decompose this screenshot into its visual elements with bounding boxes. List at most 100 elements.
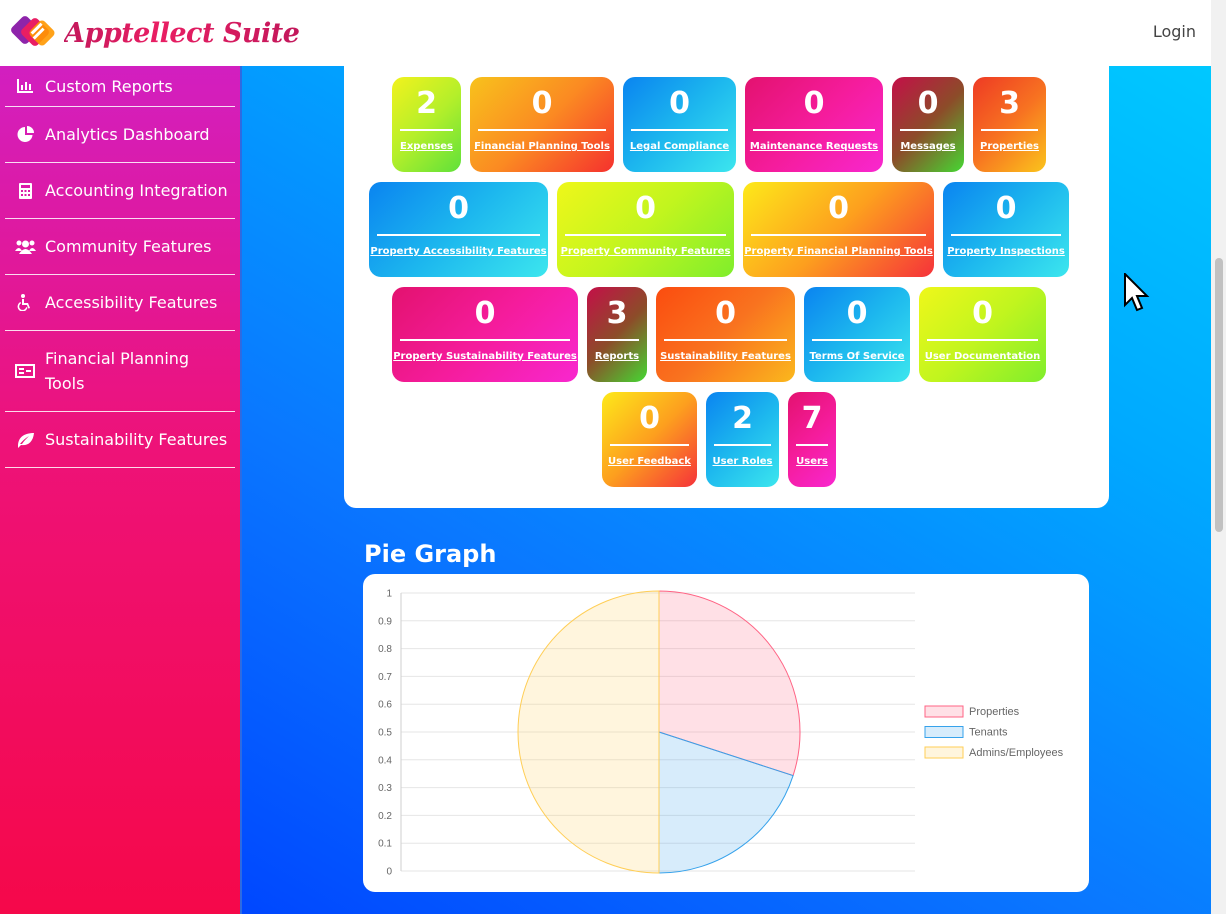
tile-properties[interactable]: 3 Properties — [973, 77, 1046, 172]
tile-link[interactable]: Maintenance Requests — [750, 141, 878, 152]
sidebar-item-accessibility-features[interactable]: Accessibility Features — [5, 275, 235, 331]
mouse-cursor-icon — [1124, 271, 1150, 319]
tile-count: 0 — [531, 86, 553, 121]
tile-link[interactable]: Users — [796, 456, 828, 467]
app-logo[interactable]: Apptellect Suite — [10, 13, 300, 53]
legend-swatch[interactable] — [924, 705, 964, 718]
tile-count: 0 — [474, 296, 496, 331]
tile-financial-planning-tools[interactable]: 0 Financial Planning Tools — [470, 77, 614, 172]
tile-row: 0 User Feedback 2 User Roles 7 Users — [602, 392, 836, 487]
tile-count: 0 — [846, 296, 868, 331]
y-tick-label: 0.9 — [378, 616, 392, 627]
sidebar-item-label: Sustainability Features — [45, 430, 228, 449]
tile-divider — [900, 129, 956, 131]
tile-link[interactable]: Terms Of Service — [810, 351, 905, 362]
tile-link[interactable]: Property Community Features — [561, 246, 731, 257]
tile-terms-of-service[interactable]: 0 Terms Of Service — [804, 287, 910, 382]
logo-mark-icon — [10, 13, 62, 53]
pie-slice-admins-employees[interactable] — [517, 590, 660, 874]
legend-swatch[interactable] — [924, 726, 964, 738]
tile-property-accessibility-features[interactable]: 0 Property Accessibility Features — [369, 182, 548, 277]
page-scrollbar[interactable] — [1211, 0, 1226, 914]
stats-panel: 2 Expenses 0 Financial Planning Tools 0 … — [344, 40, 1109, 508]
y-tick-label: 1 — [386, 589, 392, 600]
tile-divider — [400, 129, 453, 131]
tile-user-feedback[interactable]: 0 User Feedback — [602, 392, 697, 487]
tile-link[interactable]: User Feedback — [608, 456, 691, 467]
pie-chart: 0 0.1 0.2 0.3 0.4 0.5 0.6 0.7 0.8 0.9 1 Properties T… — [378, 589, 1064, 878]
y-tick-label: 0.4 — [378, 755, 392, 766]
tile-link[interactable]: Property Accessibility Features — [370, 246, 546, 257]
app-title: Apptellect Suite — [64, 17, 300, 49]
tile-link[interactable]: User Roles — [713, 456, 773, 467]
tile-link[interactable]: Sustainability Features — [660, 351, 791, 362]
tile-count: 0 — [448, 191, 469, 226]
tile-count: 2 — [732, 401, 753, 436]
tile-expenses[interactable]: 2 Expenses — [392, 77, 461, 172]
tile-divider — [565, 234, 726, 236]
tile-count: 0 — [635, 191, 656, 226]
tile-link[interactable]: Property Inspections — [947, 246, 1065, 257]
tile-maintenance-requests[interactable]: 0 Maintenance Requests — [745, 77, 883, 172]
tile-divider — [664, 339, 787, 341]
tile-row: 0 Property Accessibility Features 0 Prop… — [369, 182, 1069, 277]
tile-link[interactable]: Property Financial Planning Tools — [744, 246, 933, 257]
sidebar-item-financial-planning-tools[interactable]: Financial Planning Tools — [5, 331, 235, 412]
sidebar-item-community-features[interactable]: Community Features — [5, 219, 235, 275]
sidebar-item-label: Accessibility Features — [45, 293, 218, 312]
tile-property-financial-planning-tools[interactable]: 0 Property Financial Planning Tools — [743, 182, 934, 277]
tile-row: 0 Property Sustainability Features 3 Rep… — [392, 287, 1046, 382]
y-tick-label: 0.1 — [378, 839, 392, 850]
legend-swatch[interactable] — [924, 746, 964, 759]
tile-link[interactable]: Legal Compliance — [630, 141, 729, 152]
tile-reports[interactable]: 3 Reports — [587, 287, 647, 382]
tile-count: 0 — [715, 296, 736, 331]
y-tick-label: 0.5 — [378, 728, 392, 739]
wheelchair-icon — [14, 294, 36, 311]
tile-divider — [377, 234, 540, 236]
tile-link[interactable]: Reports — [595, 351, 639, 362]
tile-divider — [631, 129, 728, 131]
legend-label[interactable]: Tenants — [969, 727, 1008, 739]
top-navbar: Apptellect Suite Login — [0, 0, 1211, 66]
tile-sustainability-features[interactable]: 0 Sustainability Features — [656, 287, 795, 382]
tile-divider — [478, 129, 606, 131]
tile-link[interactable]: Expenses — [400, 141, 453, 152]
tile-user-documentation[interactable]: 0 User Documentation — [919, 287, 1046, 382]
tile-divider — [951, 234, 1061, 236]
tile-property-sustainability-features[interactable]: 0 Property Sustainability Features — [392, 287, 578, 382]
tile-divider — [753, 129, 875, 131]
tile-divider — [981, 129, 1038, 131]
pie-graph-title: Pie Graph — [364, 540, 497, 568]
tile-count: 0 — [995, 191, 1017, 226]
sidebar-item-accounting-integration[interactable]: Accounting Integration — [5, 163, 235, 219]
tile-link[interactable]: Messages — [900, 141, 955, 152]
tile-messages[interactable]: 0 Messages — [892, 77, 964, 172]
tile-count: 0 — [828, 191, 849, 226]
tile-user-roles[interactable]: 2 User Roles — [706, 392, 779, 487]
tile-link[interactable]: Financial Planning Tools — [474, 141, 610, 152]
money-bill-icon — [14, 364, 36, 378]
legend-label[interactable]: Admins/Employees — [969, 747, 1064, 759]
sidebar-item-sustainability-features[interactable]: Sustainability Features — [5, 412, 235, 468]
tile-count: 0 — [669, 86, 690, 121]
sidebar-item-analytics-dashboard[interactable]: Analytics Dashboard — [5, 107, 235, 163]
tile-link[interactable]: User Documentation — [925, 351, 1041, 362]
tile-count: 7 — [801, 401, 823, 436]
sidebar-item-label: Financial Planning Tools — [45, 349, 190, 393]
login-link[interactable]: Login — [1153, 22, 1196, 41]
tile-link[interactable]: Properties — [980, 141, 1039, 152]
tile-property-community-features[interactable]: 0 Property Community Features — [557, 182, 734, 277]
sidebar-item-custom-reports[interactable]: Custom Reports — [5, 66, 235, 107]
tile-count: 3 — [606, 296, 628, 331]
scrollbar-thumb[interactable] — [1215, 258, 1223, 532]
tile-count: 0 — [639, 401, 660, 436]
legend-label[interactable]: Properties — [969, 706, 1020, 718]
tile-divider — [595, 339, 639, 341]
tile-legal-compliance[interactable]: 0 Legal Compliance — [623, 77, 736, 172]
sidebar-item-label: Community Features — [45, 237, 212, 256]
tile-link[interactable]: Property Sustainability Features — [393, 351, 577, 362]
tile-property-inspections[interactable]: 0 Property Inspections — [943, 182, 1069, 277]
y-tick-label: 0.7 — [378, 672, 392, 683]
tile-users[interactable]: 7 Users — [788, 392, 836, 487]
